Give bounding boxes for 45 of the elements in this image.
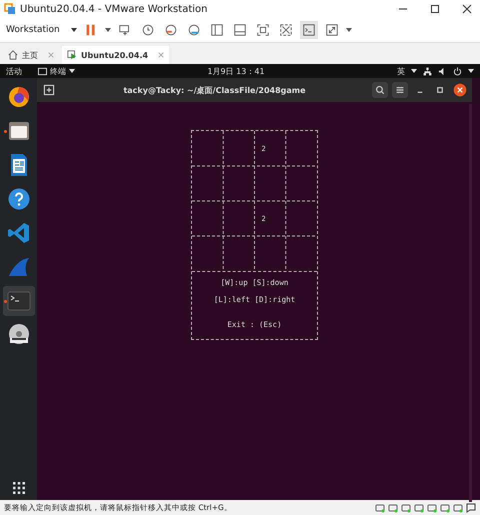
- close-icon[interactable]: [462, 4, 472, 14]
- vm-tab[interactable]: Ubuntu20.04.4: [62, 46, 170, 64]
- vm-icon: [67, 50, 77, 60]
- caret-icon[interactable]: [346, 28, 352, 32]
- new-tab-icon[interactable]: [41, 82, 57, 98]
- app-menu[interactable]: 终端: [50, 66, 66, 76]
- menu-icon[interactable]: [392, 82, 408, 98]
- tab-label: Ubuntu20.04.4: [81, 50, 148, 60]
- network-icon[interactable]: [423, 66, 432, 76]
- device-icon[interactable]: [388, 502, 398, 512]
- power-icon[interactable]: [453, 66, 462, 76]
- device-icon[interactable]: [453, 502, 463, 512]
- browser-icon: [6, 85, 30, 109]
- terminal-icon: [38, 66, 47, 76]
- device-icon[interactable]: [401, 502, 411, 512]
- app-grid-icon[interactable]: [12, 482, 24, 494]
- tab-label: 主页: [22, 50, 38, 60]
- device-icon[interactable]: [375, 502, 385, 512]
- activities-button[interactable]: 活动: [6, 66, 22, 76]
- input-method-menu[interactable]: 英: [397, 66, 405, 76]
- terminal-icon: [6, 289, 30, 313]
- device-icon[interactable]: [414, 502, 424, 512]
- shark-fin-icon: [6, 255, 30, 279]
- close-icon[interactable]: [452, 82, 468, 98]
- workstation-menu[interactable]: Workstation: [6, 25, 66, 35]
- folder-icon: [6, 119, 30, 143]
- device-icon[interactable]: [440, 502, 450, 512]
- app-logo-icon: [4, 3, 16, 15]
- clock[interactable]: 1月9日 13：41: [207, 66, 265, 76]
- terminal-title: tacky@Tacky: ~/桌面/ClassFile/2048game: [122, 84, 307, 96]
- caret-icon[interactable]: [69, 69, 75, 73]
- caret-icon[interactable]: [104, 28, 111, 32]
- disc-icon: [6, 323, 30, 347]
- console-view-icon[interactable]: [300, 21, 318, 39]
- message-icon[interactable]: [466, 502, 476, 512]
- maximize-icon[interactable]: [430, 4, 440, 14]
- caret-icon[interactable]: [468, 69, 474, 73]
- device-icon[interactable]: [427, 502, 437, 512]
- code-editor-icon: [6, 221, 30, 245]
- help-icon: [6, 187, 30, 211]
- search-icon[interactable]: [372, 82, 388, 98]
- home-icon: [8, 50, 18, 60]
- window-title: Ubuntu20.04.4 - VMware Workstation: [20, 4, 208, 14]
- caret-icon[interactable]: [70, 28, 77, 32]
- caret-icon[interactable]: [411, 69, 417, 73]
